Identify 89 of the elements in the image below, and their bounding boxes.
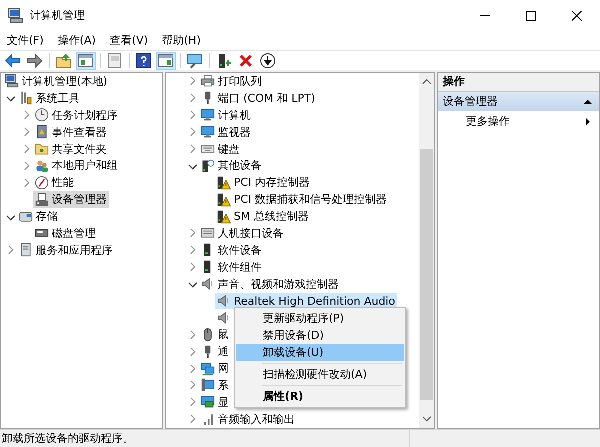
tree-item[interactable]: 声音、视频和游戏控制器	[199, 276, 341, 293]
speaker-icon	[201, 277, 215, 292]
scrollbar[interactable]	[419, 73, 434, 428]
monitor-search-button[interactable]	[185, 52, 205, 70]
status-text: 卸载所选设备的驱动程序。	[2, 432, 134, 445]
pane-header: 操作	[438, 73, 599, 92]
tree-item[interactable]: 磁盘管理	[33, 225, 98, 242]
folder-icon	[35, 142, 49, 156]
submenu-triangle-icon	[583, 116, 593, 126]
tree-item[interactable]: 软件设备	[199, 242, 264, 259]
tree-item[interactable]: 通	[199, 343, 231, 360]
tree-item[interactable]: 显	[199, 394, 231, 411]
gauge-icon	[35, 176, 49, 190]
tree-item[interactable]: 事件查看器	[33, 124, 109, 141]
tree-item[interactable]: 任务计划程序	[33, 106, 120, 124]
forward-arrow-icon	[27, 52, 43, 68]
drive-icon	[19, 210, 33, 224]
system-icon	[201, 378, 215, 392]
tree-item[interactable]: 共享文件夹	[33, 140, 109, 158]
warning-icon	[217, 210, 231, 224]
warning-icon	[217, 176, 231, 190]
mouse-icon	[201, 328, 215, 342]
tree-item[interactable]: 人机接口设备	[199, 225, 286, 242]
network-icon	[201, 362, 215, 376]
back-arrow-icon	[5, 52, 21, 68]
speaker-icon	[217, 310, 231, 325]
panel-icon	[158, 52, 174, 68]
tree-item[interactable]: 计算机管理(本地)	[3, 73, 110, 90]
menu-item[interactable]: 文件(F)	[0, 31, 51, 50]
monitor-icon	[201, 125, 215, 140]
close-icon	[572, 10, 582, 20]
menu-item[interactable]: 帮助(H)	[155, 31, 208, 50]
tree-item[interactable]: 网	[199, 360, 231, 378]
folder-up-icon	[56, 52, 72, 68]
clock-icon	[35, 108, 49, 122]
speaker-icon	[217, 294, 231, 308]
tools-icon	[19, 91, 33, 106]
tree-item[interactable]: 软件组件	[199, 258, 264, 276]
section-header[interactable]: 设备管理器	[438, 92, 599, 111]
tree-item[interactable]: SM 总线控制器	[215, 208, 311, 226]
panel-button[interactable]	[156, 52, 176, 70]
monitor-search-icon	[187, 52, 203, 68]
device-icon	[216, 52, 232, 68]
tree-item[interactable]: 键盘	[199, 140, 242, 158]
users-icon	[35, 158, 49, 173]
tree-item[interactable]: PCI 数据捕获和信号处理控制器	[215, 191, 390, 208]
tree-item[interactable]: 其他设备	[199, 157, 264, 174]
server-icon	[19, 243, 33, 258]
device-icon	[201, 158, 215, 173]
menu-item[interactable]: 操作(A)	[50, 31, 104, 50]
tree-item[interactable]: 打印队列	[199, 73, 264, 90]
panel-icon	[78, 52, 94, 68]
folder-up-button[interactable]	[54, 52, 74, 70]
tree-item[interactable]: 监视器	[199, 124, 253, 141]
action-link[interactable]: 更多操作	[466, 114, 510, 129]
keyboard-icon	[201, 142, 215, 156]
tree-item[interactable]: PCI 内存控制器	[215, 174, 312, 192]
display-icon	[201, 395, 215, 410]
maximize-icon	[526, 10, 536, 20]
window-title: 计算机管理	[30, 8, 85, 23]
input-device-icon	[201, 226, 215, 240]
tree-item[interactable]: 服务和应用程序	[17, 242, 115, 259]
menu-item[interactable]: 更新驱动程序(P)	[236, 310, 404, 327]
tree-item[interactable]: 计算机	[199, 106, 253, 124]
delete-icon	[238, 52, 254, 68]
menu-item[interactable]: 禁用设备(D)	[236, 327, 404, 344]
warning-icon	[217, 192, 231, 207]
menu-item[interactable]: 卸载设备(U)	[236, 344, 404, 361]
help-button[interactable]	[134, 52, 154, 70]
computer-icon	[8, 8, 24, 24]
scrollbar-thumb[interactable]	[420, 149, 433, 400]
menu-item[interactable]: 扫描检测硬件改动(A)	[236, 366, 404, 383]
menu-item[interactable]: 属性(R)	[236, 388, 404, 405]
panel-button[interactable]	[76, 52, 96, 70]
tree-item[interactable]: 系统工具	[17, 90, 82, 107]
tree-item[interactable]: 设备管理器	[33, 191, 109, 208]
download-button[interactable]	[258, 52, 278, 70]
forward-arrow-button[interactable]	[25, 52, 45, 70]
tree-item[interactable]: 存储	[17, 208, 60, 226]
back-arrow-button[interactable]	[3, 52, 23, 70]
tree-item[interactable]: 性能	[33, 174, 76, 192]
section-title: 设备管理器	[443, 94, 498, 109]
tree-item[interactable]: 本地用户和组	[33, 157, 120, 174]
tree-item[interactable]: 端口 (COM 和 LPT)	[199, 90, 318, 107]
monitor-icon	[201, 108, 215, 122]
tree-item[interactable]: 鼠	[199, 326, 231, 344]
tree-item[interactable]: 系	[199, 377, 231, 394]
menu-item[interactable]: 查看(V)	[103, 31, 156, 50]
tree-item[interactable]: 音频输入和输出	[199, 410, 297, 428]
